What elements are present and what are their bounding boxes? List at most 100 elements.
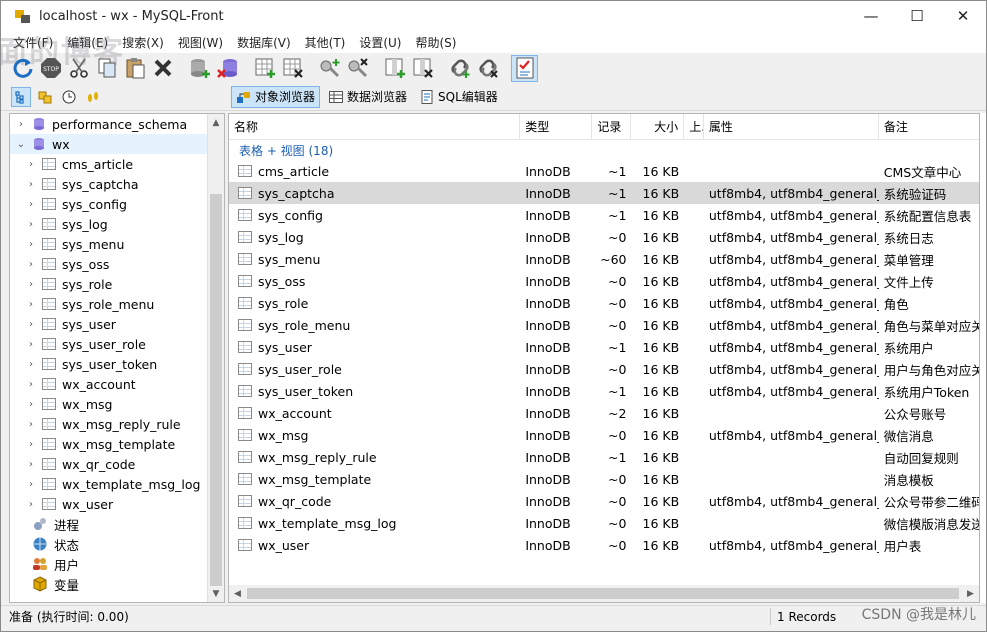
tree-vertical-scrollbar[interactable]: ▲ ▼ [207, 114, 224, 602]
expand-arrow-icon[interactable]: › [24, 479, 38, 490]
tree-item[interactable]: › wx_user [10, 494, 224, 514]
grid-scroll-thumb[interactable] [247, 588, 959, 599]
tree-item[interactable]: › wx_msg_reply_rule [10, 414, 224, 434]
tree-item[interactable]: › sys_oss [10, 254, 224, 274]
expand-arrow-icon[interactable]: › [24, 279, 38, 290]
tree-item[interactable]: › cms_article [10, 154, 224, 174]
grid-horizontal-scrollbar[interactable]: ◀ ▶ [229, 585, 979, 602]
menu-edit[interactable]: 编辑(E) [61, 34, 116, 51]
tree-item[interactable]: › sys_role_menu [10, 294, 224, 314]
menu-other[interactable]: 其他(T) [299, 34, 354, 51]
tree-item[interactable]: › wx_template_msg_log [10, 474, 224, 494]
expand-arrow-icon[interactable]: › [24, 339, 38, 350]
table-row[interactable]: wx_account InnoDB ~2 16 KB 公众号账号 [229, 402, 979, 424]
expand-arrow-icon[interactable]: › [24, 299, 38, 310]
tab-data-browser[interactable]: 数据浏览器 [324, 86, 411, 108]
add-column-button[interactable] [381, 55, 408, 82]
expand-arrow-icon[interactable]: › [24, 499, 38, 510]
table-row[interactable]: sys_user_role InnoDB ~0 16 KB utf8mb4, utf8m… [229, 358, 979, 380]
drop-column-button[interactable] [409, 55, 436, 82]
column-header-type[interactable]: 类型 [520, 114, 593, 139]
menu-settings[interactable]: 设置(U) [353, 34, 409, 51]
add-table-button[interactable] [251, 55, 278, 82]
cut-button[interactable] [65, 55, 92, 82]
group-header[interactable]: 表格 + 视图 (18) [229, 140, 979, 160]
table-row[interactable]: sys_config InnoDB ~1 16 KB utf8mb4, utf8mb4_… [229, 204, 979, 226]
tab-sql-editor[interactable]: SQL编辑器 [415, 86, 502, 108]
table-row[interactable]: sys_oss InnoDB ~0 16 KB utf8mb4, utf8mb4_gen… [229, 270, 979, 292]
table-row[interactable]: sys_user_token InnoDB ~1 16 KB utf8mb4, utf8… [229, 380, 979, 402]
expand-arrow-icon[interactable]: › [24, 459, 38, 470]
table-row[interactable]: sys_menu InnoDB ~60 16 KB utf8mb4, utf8mb4_g… [229, 248, 979, 270]
footprints-icon[interactable] [83, 87, 103, 107]
expand-arrow-icon[interactable]: › [24, 219, 38, 230]
menu-help[interactable]: 帮助(S) [410, 34, 465, 51]
expand-arrow-icon[interactable]: › [24, 159, 38, 170]
tree-item[interactable]: › performance_schema [10, 114, 224, 134]
table-row[interactable]: wx_template_msg_log InnoDB ~0 16 KB 微信模版消息发送 [229, 512, 979, 534]
column-header-name[interactable]: 名称 [229, 114, 521, 139]
tree-item[interactable]: › sys_user_role [10, 334, 224, 354]
column-header-comment[interactable]: 备注 [879, 114, 979, 139]
table-row[interactable]: wx_qr_code InnoDB ~0 16 KB utf8mb4, utf8mb4_… [229, 490, 979, 512]
tree-item[interactable]: › sys_log [10, 214, 224, 234]
expand-arrow-icon[interactable]: › [24, 199, 38, 210]
copy-button[interactable] [93, 55, 120, 82]
add-database-button[interactable] [186, 55, 213, 82]
favorites-icon[interactable] [35, 87, 55, 107]
tree-item[interactable]: 用户 [10, 554, 224, 574]
object-tree[interactable]: › performance_schema ⌄ wx › cms_article › sys_c… [9, 113, 225, 603]
scroll-down-icon[interactable]: ▼ [208, 585, 224, 602]
column-header-attributes[interactable]: 属性 [704, 114, 879, 139]
table-row[interactable]: sys_user InnoDB ~1 16 KB utf8mb4, utf8mb4_ge… [229, 336, 979, 358]
expand-arrow-icon[interactable]: › [24, 399, 38, 410]
scroll-right-icon[interactable]: ▶ [962, 585, 979, 602]
column-header-updated[interactable]: 上. [684, 114, 704, 139]
expand-arrow-icon[interactable]: › [24, 179, 38, 190]
table-row[interactable]: wx_msg InnoDB ~0 16 KB utf8mb4, utf8mb4_gene… [229, 424, 979, 446]
refresh-button[interactable] [9, 55, 36, 82]
object-grid[interactable]: 名称 类型 记录 大小 上. 属性 备注 表格 + 视图 (18) cms_ar… [228, 113, 980, 603]
table-row[interactable]: sys_captcha InnoDB ~1 16 KB utf8mb4, utf8mb4… [229, 182, 979, 204]
expand-arrow-icon[interactable]: › [24, 359, 38, 370]
menu-database[interactable]: 数据库(V) [231, 34, 299, 51]
stop-button[interactable]: STOP [37, 55, 64, 82]
scroll-up-icon[interactable]: ▲ [208, 114, 224, 131]
expand-arrow-icon[interactable]: › [24, 319, 38, 330]
tree-item[interactable]: ⌄ wx [10, 134, 224, 154]
scroll-left-icon[interactable]: ◀ [229, 585, 246, 602]
menu-file[interactable]: 文件(F) [7, 34, 61, 51]
tree-item[interactable]: 状态 [10, 534, 224, 554]
delete-button[interactable] [149, 55, 176, 82]
drop-database-button[interactable] [214, 55, 241, 82]
tab-object-browser[interactable]: 对象浏览器 [231, 85, 321, 108]
unlink-button[interactable] [474, 55, 501, 82]
table-row[interactable]: sys_log InnoDB ~0 16 KB utf8mb4, utf8mb4_gen… [229, 226, 979, 248]
tree-item[interactable]: › sys_user [10, 314, 224, 334]
maximize-button[interactable]: ☐ [894, 1, 940, 31]
expand-arrow-icon[interactable]: ⌄ [14, 139, 28, 150]
tree-item[interactable]: › wx_account [10, 374, 224, 394]
expand-arrow-icon[interactable]: › [24, 379, 38, 390]
expand-arrow-icon[interactable]: › [24, 419, 38, 430]
paste-button[interactable] [121, 55, 148, 82]
drop-table-button[interactable] [279, 55, 306, 82]
menu-view[interactable]: 视图(W) [172, 34, 231, 51]
table-row[interactable]: sys_role_menu InnoDB ~0 16 KB utf8mb4, utf8m… [229, 314, 979, 336]
table-row[interactable]: wx_user InnoDB ~0 16 KB utf8mb4, utf8mb4_gen… [229, 534, 979, 556]
title-bar[interactable]: localhost - wx - MySQL-Front — ☐ ✕ [1, 1, 986, 31]
tree-item[interactable]: › sys_role [10, 274, 224, 294]
table-row[interactable]: wx_msg_template InnoDB ~0 16 KB 消息模板 [229, 468, 979, 490]
minimize-button[interactable]: — [848, 1, 894, 31]
tree-item[interactable]: › sys_menu [10, 234, 224, 254]
drop-user-button[interactable] [344, 55, 371, 82]
expand-arrow-icon[interactable]: › [24, 259, 38, 270]
tree-view-icon[interactable] [11, 86, 31, 107]
link-button[interactable] [446, 55, 473, 82]
tree-item[interactable]: › wx_msg [10, 394, 224, 414]
add-user-button[interactable] [316, 55, 343, 82]
tree-item[interactable]: › wx_msg_template [10, 434, 224, 454]
tree-item[interactable]: › wx_qr_code [10, 454, 224, 474]
close-button[interactable]: ✕ [940, 1, 986, 31]
table-row[interactable]: wx_msg_reply_rule InnoDB ~1 16 KB 自动回复规则 [229, 446, 979, 468]
